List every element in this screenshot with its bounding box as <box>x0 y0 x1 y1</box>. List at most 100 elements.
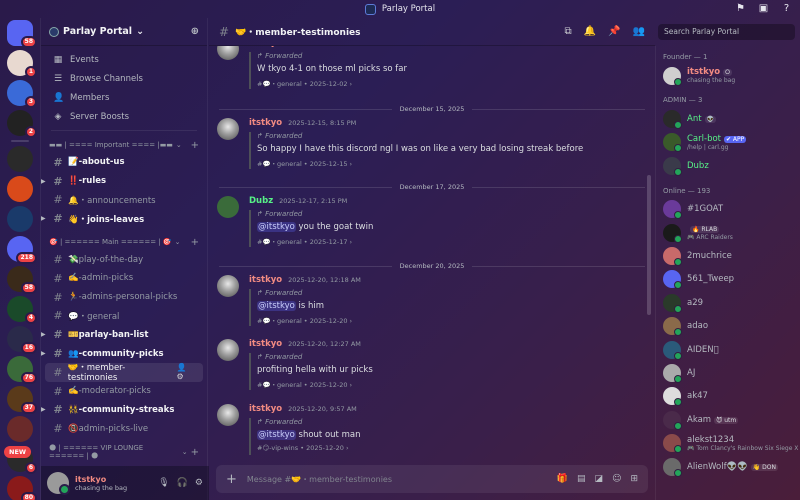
channel-item[interactable]: ▶ # 👯-community-streaks <box>41 401 203 420</box>
channel-category[interactable]: 🎯 | ====== Main ====== | 🎯 ⌄ + <box>41 234 207 250</box>
avatar[interactable] <box>217 275 239 297</box>
channel-item[interactable]: ▶ # ‼️-rules <box>41 172 203 191</box>
mention[interactable]: @itstkyo <box>257 301 296 311</box>
add-channel-icon[interactable]: + <box>191 140 199 151</box>
member-item[interactable]: Akam 😈 utm <box>656 408 800 431</box>
server-icon-7[interactable]: 218 <box>7 236 37 264</box>
mention[interactable]: @itstkyo <box>257 222 296 232</box>
member-item[interactable]: 🔥 RLAB 🎮 ARC Raiders <box>656 221 800 244</box>
avatar[interactable] <box>217 46 239 60</box>
server-icon-6[interactable] <box>7 206 33 232</box>
new-badge[interactable]: NEW <box>4 446 32 458</box>
invite-people-icon[interactable]: ⊕ <box>191 26 199 37</box>
message-author[interactable]: itstkyo <box>249 275 282 285</box>
message-author[interactable]: itstkyo <box>249 46 282 48</box>
sticker-icon[interactable]: ◪ <box>595 474 604 484</box>
channel-item[interactable]: ▶ # 👥-community-picks <box>41 344 203 363</box>
add-channel-icon[interactable]: + <box>191 447 199 458</box>
member-item[interactable]: alekst1234 🎮 Tom Clancy's Rainbow Six Sie… <box>656 431 800 454</box>
inbox-icon[interactable]: ▣ <box>758 3 769 14</box>
channel-item[interactable]: ▶ # 👋・joins-leaves <box>41 209 203 228</box>
forward-source-link[interactable]: #💬・general • 2025-12-02 › <box>257 78 647 89</box>
server-icon-11[interactable]: 76 <box>7 356 37 384</box>
threads-icon[interactable]: ⧉ <box>565 26 572 37</box>
member-item[interactable]: a29 <box>656 291 800 314</box>
avatar[interactable] <box>217 404 239 426</box>
message-author[interactable]: itstkyo <box>249 118 282 128</box>
server-icon-10[interactable]: 16 <box>7 326 37 354</box>
server-icon-13[interactable] <box>7 416 33 442</box>
headphones-icon[interactable]: 🎧 <box>177 478 188 488</box>
member-item[interactable]: AJ <box>656 361 800 384</box>
microphone-icon[interactable]: 🎙 <box>158 478 169 488</box>
attach-plus-icon[interactable]: + <box>226 472 237 487</box>
avatar[interactable] <box>217 118 239 140</box>
member-item[interactable]: 2muchrice <box>656 244 800 267</box>
nav-item-server-boosts[interactable]: ◈ Server Boosts <box>41 107 207 126</box>
channel-item[interactable]: ▶ # 🎫parlay-ban-list <box>41 325 203 344</box>
channel-item[interactable]: # ✍️-admin-picks <box>45 269 203 288</box>
nav-item-events[interactable]: ▦ Events <box>41 50 207 69</box>
channel-category[interactable]: ▬▬ | ==== Important ==== |▬▬ ⌄ + <box>41 137 207 153</box>
forward-source-link[interactable]: #💬・general • 2025-12-20 › <box>257 315 647 326</box>
avatar[interactable] <box>217 196 239 218</box>
member-item[interactable]: Carl-bot ✔ APP/help | carl.gg <box>656 131 800 154</box>
server-icon-3[interactable]: 2 <box>7 110 37 138</box>
server-icon-8[interactable]: 58 <box>7 266 37 294</box>
channel-item[interactable]: # 💬・general <box>45 307 203 326</box>
forward-source-link[interactable]: #💬・general • 2025-12-17 › <box>257 236 647 247</box>
mention[interactable]: @itstkyo <box>257 430 296 440</box>
forward-source-link[interactable]: #💬・general • 2025-12-15 › <box>257 158 647 169</box>
pin-icon[interactable]: 📌 <box>608 26 620 37</box>
member-item[interactable]: AIDEN🏾 <box>656 338 800 361</box>
member-item[interactable]: ak47 <box>656 385 800 408</box>
channel-settings-icon[interactable]: 👤⚙ <box>177 363 198 381</box>
message-composer[interactable]: + Message #🤝・member-testimonies 🎁 ▤ ◪ ☺ … <box>216 465 648 493</box>
forward-source-link[interactable]: #😏-vip-wins • 2025-12-20 › <box>257 444 647 455</box>
server-icon-4[interactable] <box>7 146 33 172</box>
nav-item-browse-channels[interactable]: ☰ Browse Channels <box>41 69 207 88</box>
member-list-icon[interactable]: 👥 <box>633 26 645 37</box>
server-icon-12[interactable]: 37 <box>7 386 37 414</box>
member-item[interactable]: #1GOAT <box>656 198 800 221</box>
gif-icon[interactable]: ▤ <box>577 474 586 484</box>
channel-item[interactable]: # 🤝・member-testimonies 👤⚙ <box>45 362 203 383</box>
member-item[interactable]: 561_Tweep <box>656 268 800 291</box>
avatar[interactable] <box>47 472 70 495</box>
message-author[interactable]: Dubz <box>249 196 273 206</box>
avatar[interactable] <box>217 339 239 361</box>
search-input[interactable]: Search Parlay Portal <box>658 24 795 40</box>
message-author[interactable]: itstkyo <box>249 404 282 414</box>
member-item[interactable]: Dubz <box>656 154 800 177</box>
server-icon-1[interactable]: 1 <box>7 50 37 78</box>
emoji-icon[interactable]: ☺ <box>612 474 621 484</box>
server-icon-0[interactable]: 58 <box>7 20 37 48</box>
server-icon-15[interactable]: 80 <box>7 476 37 500</box>
server-icon-5[interactable] <box>7 176 33 202</box>
server-icon-9[interactable]: 4 <box>7 296 37 324</box>
flag-icon[interactable]: ⚑ <box>735 3 746 14</box>
channel-category[interactable]: 🌑 | ====== VIP LOUNGE ====== | 🌑 ⌄ + <box>41 444 207 460</box>
channel-item[interactable]: # 🔔・announcements <box>45 191 203 210</box>
add-channel-icon[interactable]: + <box>191 237 199 248</box>
scrollbar[interactable] <box>647 175 651 315</box>
forward-source-link[interactable]: #💬・general • 2025-12-20 › <box>257 379 647 390</box>
message-author[interactable]: itstkyo <box>249 339 282 349</box>
channel-item[interactable]: # 💸play-of-the-day <box>45 250 203 269</box>
member-item[interactable]: adao <box>656 315 800 338</box>
member-item[interactable]: AlienWolf👽👽 👋 DON <box>656 455 800 478</box>
apps-icon[interactable]: ⊞ <box>630 474 638 484</box>
member-item[interactable]: itstkyo ⭘ chasing the bag <box>656 64 800 87</box>
gift-icon[interactable]: 🎁 <box>557 474 568 484</box>
nav-item-members[interactable]: 👤 Members <box>41 88 207 107</box>
notification-bell-icon[interactable]: 🔔 <box>584 26 596 37</box>
help-icon[interactable]: ? <box>781 3 792 14</box>
channel-item[interactable]: # 🏃-admins-personal-picks <box>45 288 203 307</box>
channel-item[interactable]: # ✍️-moderator-picks <box>45 382 203 401</box>
member-item[interactable]: Ant 👽 <box>656 107 800 130</box>
guild-header[interactable]: Parlay Portal ⌄ ⊕ <box>41 18 207 46</box>
server-icon-2[interactable]: 3 <box>7 80 37 108</box>
channel-item[interactable]: # 📝-about-us <box>45 153 203 172</box>
channel-item[interactable]: # 📵admin-picks-live <box>45 419 203 438</box>
settings-gear-icon[interactable]: ⚙ <box>195 478 203 488</box>
